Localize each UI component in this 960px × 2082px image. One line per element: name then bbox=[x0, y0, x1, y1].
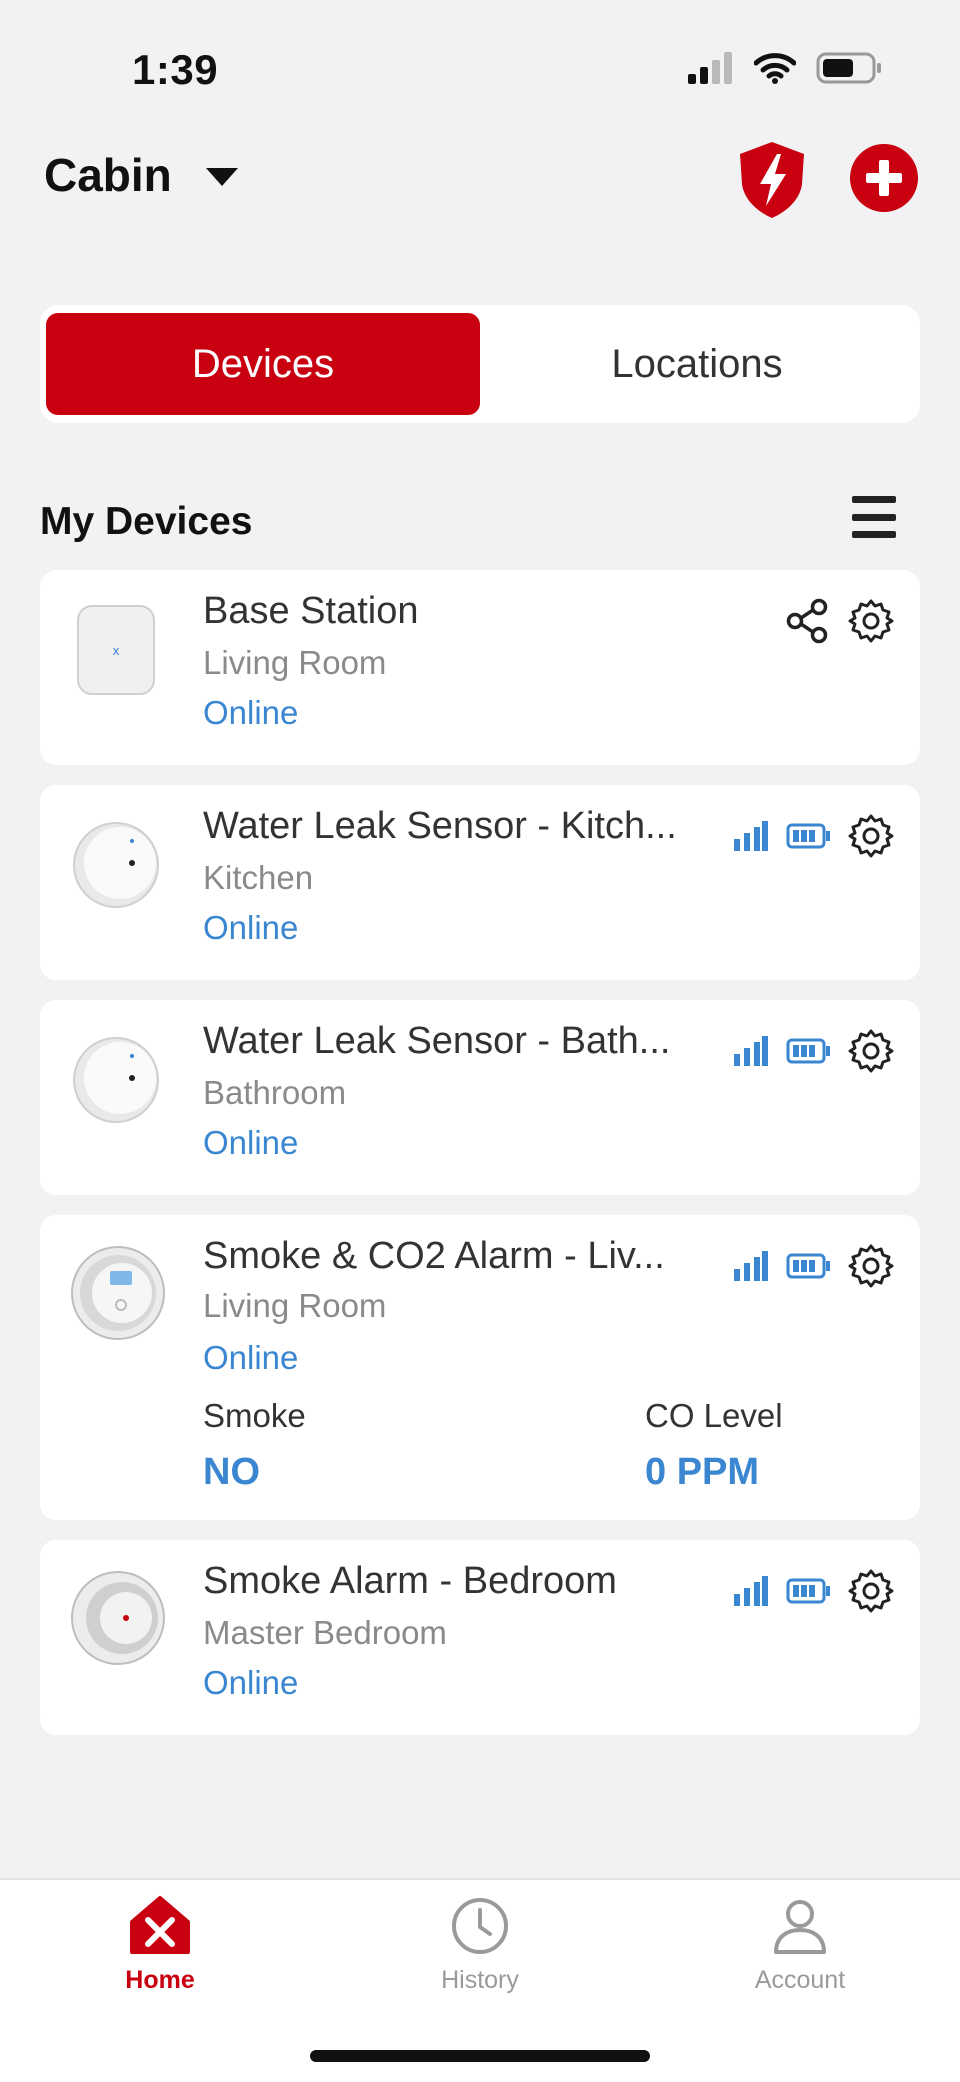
tab-history[interactable]: History bbox=[380, 1894, 580, 1995]
card-actions bbox=[734, 1568, 894, 1614]
water-sensor-image bbox=[73, 1037, 159, 1123]
section-title: My Devices bbox=[40, 500, 253, 543]
device-card-water-leak-kitchen[interactable]: Water Leak Sensor - Kitch... Kitchen Onl… bbox=[40, 785, 920, 980]
settings-gear-icon[interactable] bbox=[848, 1243, 894, 1289]
tab-devices[interactable]: Devices bbox=[46, 313, 480, 415]
settings-gear-icon[interactable] bbox=[848, 813, 894, 859]
device-card-base-station[interactable]: x Base Station Living Room Online bbox=[40, 570, 920, 765]
plus-icon bbox=[866, 160, 902, 196]
tab-label: Account bbox=[754, 1966, 846, 1994]
section-header: My Devices bbox=[40, 490, 920, 550]
card-actions bbox=[786, 598, 894, 644]
tab-account[interactable]: Account bbox=[700, 1894, 900, 1995]
caret-down-icon bbox=[205, 168, 238, 186]
cellular-signal-icon bbox=[688, 52, 732, 84]
battery-level-icon bbox=[786, 1578, 830, 1604]
shield-bolt-icon[interactable] bbox=[736, 140, 808, 220]
signal-strength-icon bbox=[734, 821, 768, 851]
card-actions bbox=[734, 1243, 894, 1289]
base-station-image: x bbox=[77, 605, 155, 695]
device-status: Online bbox=[203, 1124, 299, 1161]
smoke-label: Smoke bbox=[203, 1397, 306, 1434]
device-status: Online bbox=[203, 1664, 299, 1701]
co-level-value: 0 PPM bbox=[645, 1451, 760, 1493]
device-status: Online bbox=[203, 694, 299, 731]
device-status: Online bbox=[203, 909, 299, 946]
status-icons bbox=[688, 52, 882, 84]
svg-text:x: x bbox=[112, 644, 119, 658]
tab-label: Home bbox=[125, 1966, 195, 1994]
share-icon[interactable] bbox=[786, 598, 830, 644]
battery-level-icon bbox=[786, 1253, 830, 1279]
device-name: Base Station bbox=[203, 590, 419, 632]
device-location: Living Room bbox=[203, 1287, 387, 1324]
signal-strength-icon bbox=[734, 1576, 768, 1606]
smoke-alarm-image bbox=[71, 1571, 165, 1665]
device-card-smoke-co2-alarm[interactable]: Smoke & CO2 Alarm - Liv... Living Room O… bbox=[40, 1215, 920, 1520]
card-actions bbox=[734, 1028, 894, 1074]
device-name: Water Leak Sensor - Kitch... bbox=[203, 805, 677, 847]
status-time: 1:39 bbox=[132, 46, 219, 93]
menu-icon[interactable] bbox=[852, 496, 896, 538]
device-name: Smoke & CO2 Alarm - Liv... bbox=[203, 1235, 665, 1277]
battery-level-icon bbox=[786, 823, 830, 849]
home-indicator bbox=[310, 2050, 650, 2062]
battery-level-icon bbox=[786, 1038, 830, 1064]
tab-locations[interactable]: Locations bbox=[480, 313, 914, 415]
wifi-icon bbox=[754, 53, 796, 84]
tab-label: History bbox=[441, 1966, 519, 1994]
card-actions bbox=[734, 813, 894, 859]
device-card-smoke-alarm-bedroom[interactable]: Smoke Alarm - Bedroom Master Bedroom Onl… bbox=[40, 1540, 920, 1735]
device-location: Living Room bbox=[203, 644, 387, 681]
home-selector[interactable]: Cabin bbox=[44, 148, 238, 202]
signal-strength-icon bbox=[734, 1036, 768, 1066]
header: Cabin bbox=[0, 140, 960, 260]
status-bar: 1:39 bbox=[0, 0, 960, 140]
device-location: Master Bedroom bbox=[203, 1614, 447, 1651]
device-name: Water Leak Sensor - Bath... bbox=[203, 1020, 671, 1062]
clock-icon bbox=[452, 1898, 508, 1954]
battery-icon bbox=[816, 52, 881, 84]
device-name: Smoke Alarm - Bedroom bbox=[203, 1560, 617, 1602]
tab-home[interactable]: Home bbox=[60, 1894, 260, 1995]
device-location: Bathroom bbox=[203, 1074, 347, 1111]
add-device-button[interactable] bbox=[850, 144, 918, 212]
person-icon bbox=[774, 1900, 826, 1954]
settings-gear-icon[interactable] bbox=[848, 1028, 894, 1074]
signal-strength-icon bbox=[734, 1251, 768, 1281]
smoke-co2-alarm-image bbox=[71, 1246, 165, 1340]
smoke-value: NO bbox=[203, 1451, 260, 1493]
water-sensor-image bbox=[73, 822, 159, 908]
settings-gear-icon[interactable] bbox=[848, 598, 894, 644]
co-level-label: CO Level bbox=[645, 1397, 783, 1434]
device-status: Online bbox=[203, 1339, 299, 1376]
settings-gear-icon[interactable] bbox=[848, 1568, 894, 1614]
device-card-water-leak-bathroom[interactable]: Water Leak Sensor - Bath... Bathroom Onl… bbox=[40, 1000, 920, 1195]
view-segmented-control: Devices Locations bbox=[40, 305, 920, 423]
home-name: Cabin bbox=[44, 149, 172, 201]
device-location: Kitchen bbox=[203, 859, 314, 896]
home-icon bbox=[130, 1896, 190, 1954]
